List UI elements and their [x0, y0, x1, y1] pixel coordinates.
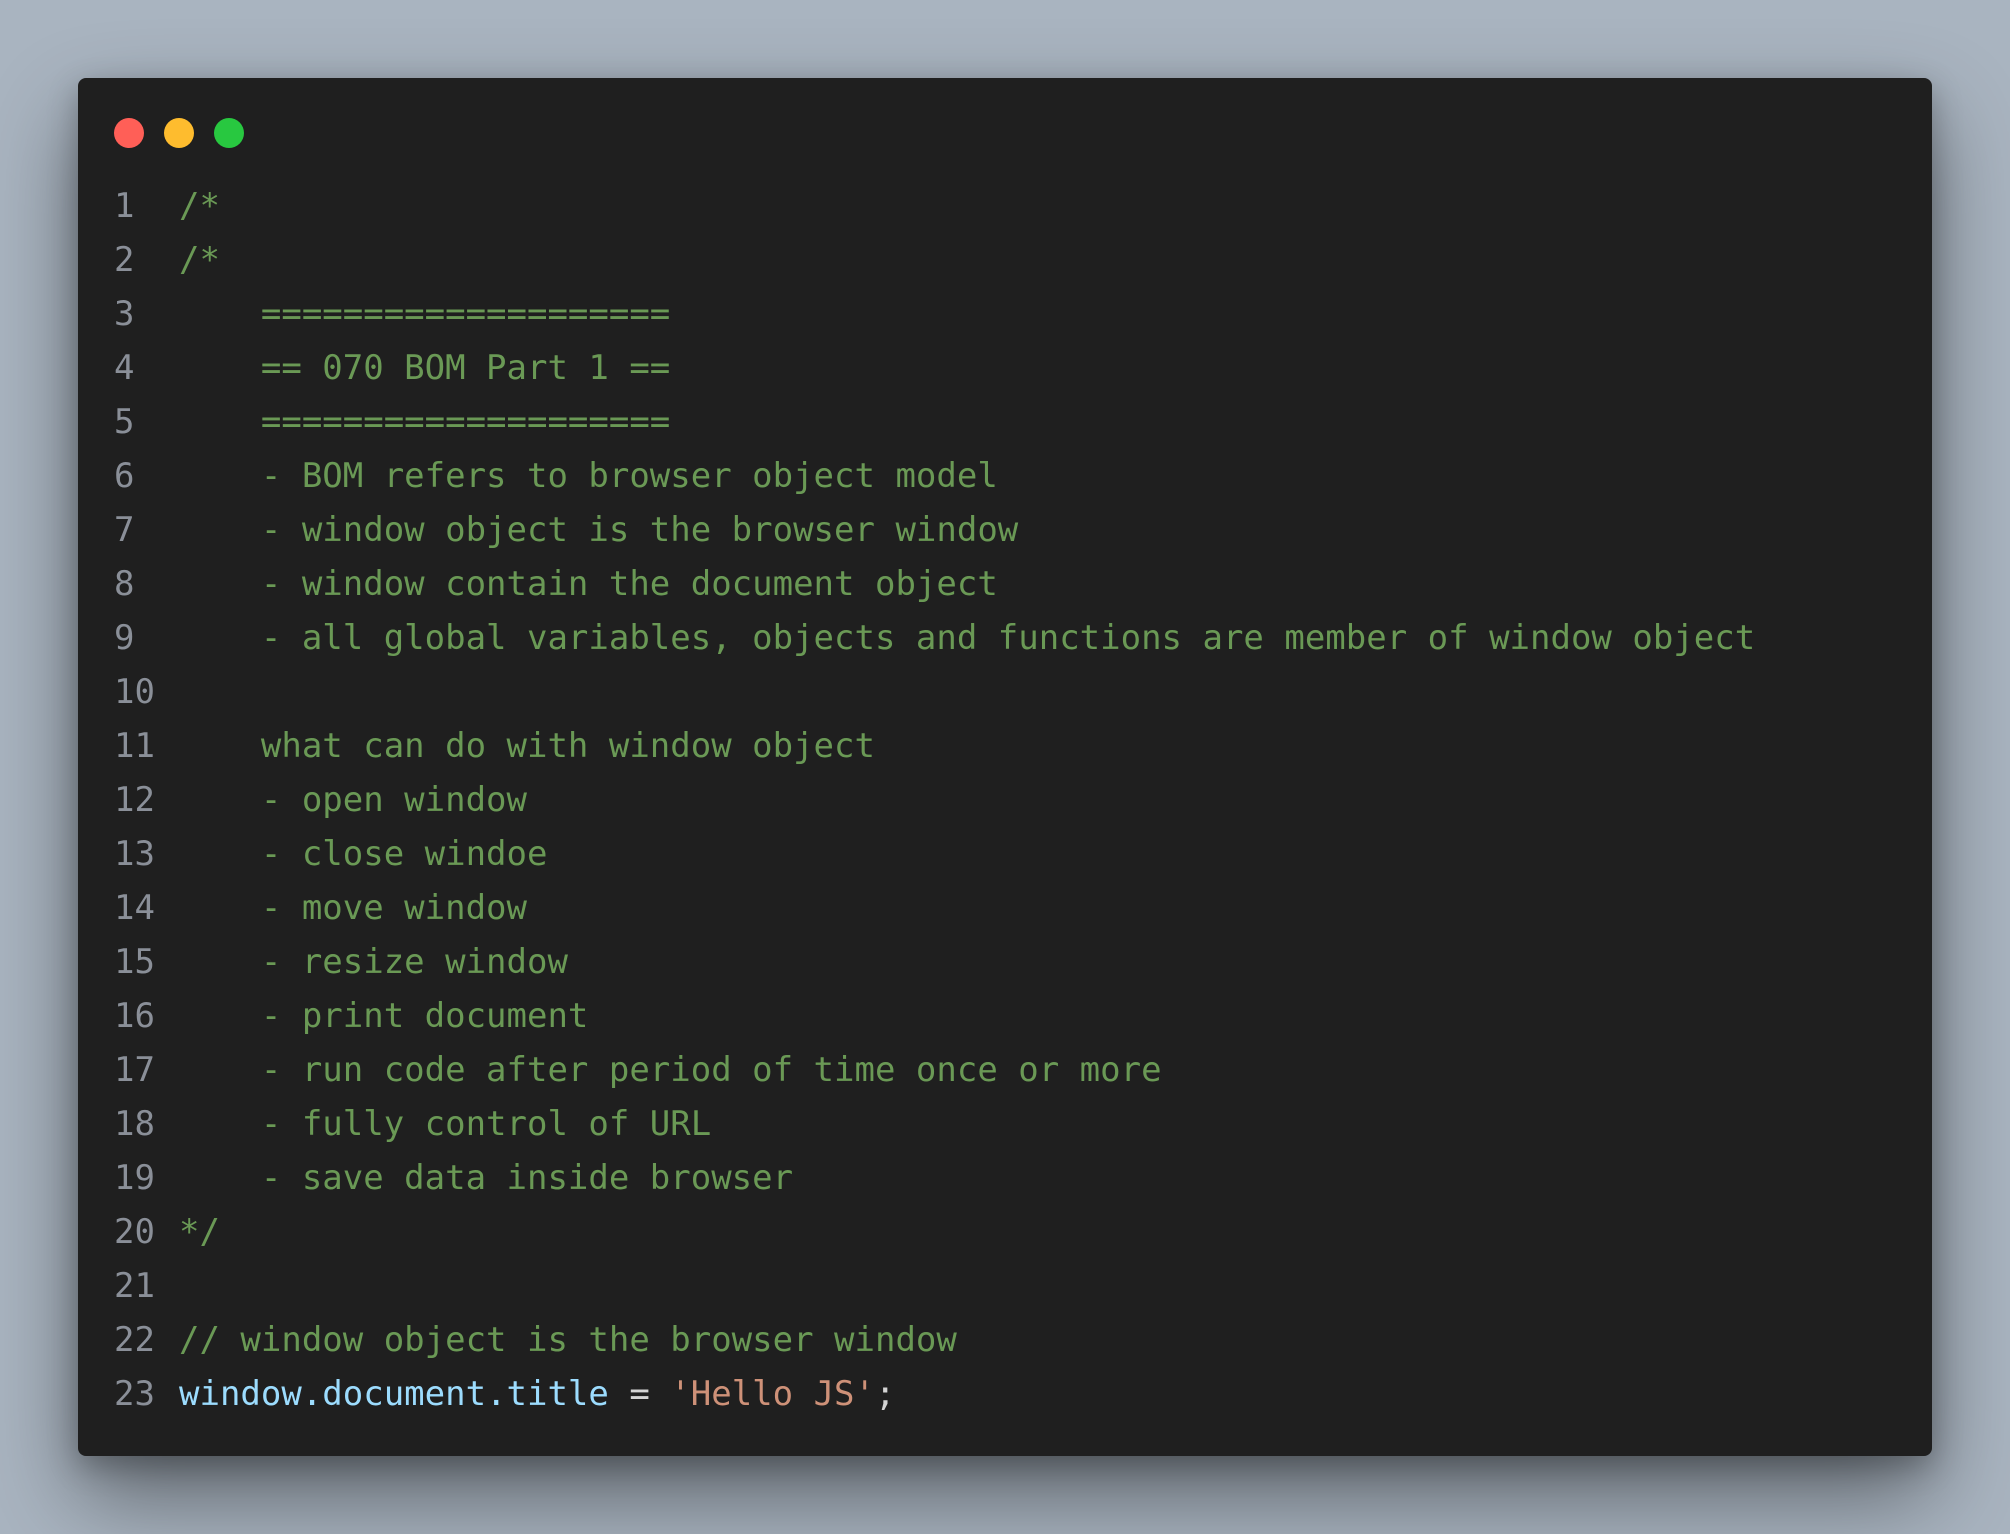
- line-number: 1: [114, 186, 135, 226]
- code-line: 13 - close windoe: [114, 827, 1912, 881]
- line-number: 16: [114, 996, 155, 1036]
- line-number: 15: [114, 942, 155, 982]
- close-button[interactable]: [114, 118, 144, 148]
- line-number: 2: [114, 240, 135, 280]
- line-source: ====================: [179, 294, 671, 334]
- line-number: 14: [114, 888, 155, 928]
- line-number: 11: [114, 726, 155, 766]
- line-number: 12: [114, 780, 155, 820]
- line-source: - window contain the document object: [179, 564, 998, 604]
- code-line: 15 - resize window: [114, 935, 1912, 989]
- line-source: - resize window: [179, 942, 568, 982]
- code-line: 8 - window contain the document object: [114, 557, 1912, 611]
- code-line: 5 ====================: [114, 395, 1912, 449]
- line-source: /*: [179, 240, 220, 280]
- line-number: 3: [114, 294, 135, 334]
- code-line: 6 - BOM refers to browser object model: [114, 449, 1912, 503]
- line-number: 17: [114, 1050, 155, 1090]
- code-line: 10: [114, 665, 1912, 719]
- line-number: 23: [114, 1374, 155, 1414]
- code-token: =: [608, 1374, 671, 1414]
- code-line: 7 - window object is the browser window: [114, 503, 1912, 557]
- line-source: - BOM refers to browser object model: [179, 456, 998, 496]
- code-line: 23 window.document.title = 'Hello JS';: [114, 1367, 1912, 1421]
- line-source: - open window: [179, 780, 527, 820]
- line-number: 7: [114, 510, 135, 550]
- line-number: 6: [114, 456, 135, 496]
- code-window: 1/* 2/* 3 ==================== 4 == 070 BOM…: [78, 78, 1932, 1456]
- code-line: 9 - all global variables, objects and fu…: [114, 611, 1912, 665]
- line-source: /*: [179, 186, 220, 226]
- code-line: 4 == 070 BOM Part 1 ==: [114, 341, 1912, 395]
- line-source: - save data inside browser: [179, 1158, 794, 1198]
- line-source: - print document: [179, 996, 589, 1036]
- line-source: // window object is the browser window: [179, 1320, 957, 1360]
- code-line: 3 ====================: [114, 287, 1912, 341]
- code-token: 'Hello JS': [670, 1374, 875, 1414]
- window-controls: [114, 118, 244, 148]
- line-number: 9: [114, 618, 135, 658]
- line-number: 10: [114, 672, 155, 712]
- line-source: what can do with window object: [179, 726, 875, 766]
- code-line: 12 - open window: [114, 773, 1912, 827]
- line-source: window.document.title = 'Hello JS';: [179, 1367, 895, 1421]
- code-line: 19 - save data inside browser: [114, 1151, 1912, 1205]
- line-number: 13: [114, 834, 155, 874]
- line-number: 22: [114, 1320, 155, 1360]
- code-token: window.document.title: [179, 1374, 609, 1414]
- line-source: == 070 BOM Part 1 ==: [179, 348, 671, 388]
- code-line: 16 - print document: [114, 989, 1912, 1043]
- line-number: 19: [114, 1158, 155, 1198]
- line-source: - close windoe: [179, 834, 548, 874]
- line-source: - run code after period of time once or …: [179, 1050, 1162, 1090]
- line-number: 21: [114, 1266, 155, 1306]
- maximize-button[interactable]: [214, 118, 244, 148]
- line-source: ====================: [179, 402, 671, 442]
- code-line: 1 /*: [114, 179, 1912, 233]
- code-line: 18 - fully control of URL: [114, 1097, 1912, 1151]
- code-token: ;: [875, 1374, 896, 1414]
- line-source: - move window: [179, 888, 527, 928]
- code-line: 2 /*: [114, 233, 1912, 287]
- line-number: 5: [114, 402, 135, 442]
- line-number: 18: [114, 1104, 155, 1144]
- line-source: */: [179, 1212, 220, 1252]
- line-source: - fully control of URL: [179, 1104, 712, 1144]
- minimize-button[interactable]: [164, 118, 194, 148]
- line-source: - window object is the browser window: [179, 510, 1019, 550]
- code-line: 14 - move window: [114, 881, 1912, 935]
- line-number: 4: [114, 348, 135, 388]
- line-number: 8: [114, 564, 135, 604]
- code-line: 17 - run code after period of time once …: [114, 1043, 1912, 1097]
- code-line: 11 what can do with window object: [114, 719, 1912, 773]
- code-editor[interactable]: 1/* 2/* 3 ==================== 4 == 070 BOM…: [114, 179, 1912, 1421]
- code-line: 20 */: [114, 1205, 1912, 1259]
- line-source: - all global variables, objects and func…: [179, 618, 1756, 658]
- code-line: 22 // window object is the browser window: [114, 1313, 1912, 1367]
- line-number: 20: [114, 1212, 155, 1252]
- code-line: 21: [114, 1259, 1912, 1313]
